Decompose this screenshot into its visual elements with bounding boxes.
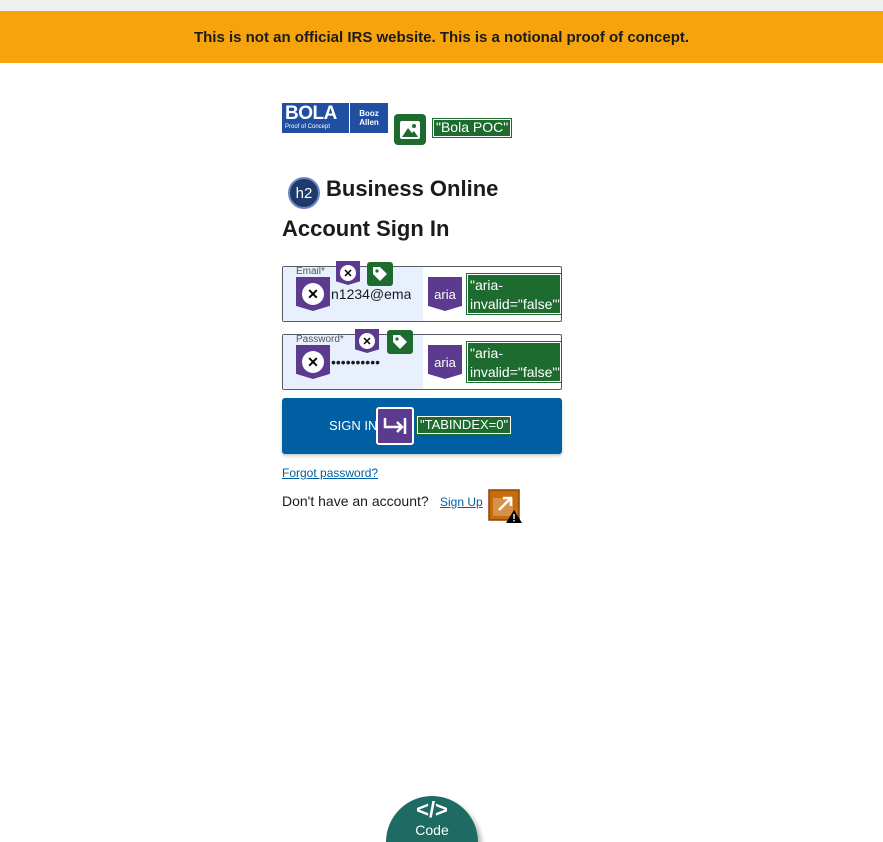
error-x-icon: ✕ xyxy=(336,261,360,285)
aria-icon: aria xyxy=(428,277,462,311)
password-input[interactable]: •••••••••• xyxy=(331,354,411,370)
error-x-icon: ✕ xyxy=(296,277,330,311)
tabindex-icon xyxy=(376,407,414,445)
email-field[interactable]: Email* ✕ ✕ n1234@ema aria "aria-invalid=… xyxy=(282,261,562,322)
tabindex-tag: "TABINDEX=0" xyxy=(415,414,513,436)
logo-tagline: Proof of Concept xyxy=(285,124,331,130)
sign-in-label: SIGN IN xyxy=(329,418,378,433)
code-toggle-button[interactable]: </> Code xyxy=(386,796,478,842)
tag-icon xyxy=(367,262,393,286)
notice-banner-text: This is not an official IRS website. Thi… xyxy=(193,28,690,46)
error-x-icon: ✕ xyxy=(355,329,379,353)
logo-brand: BOLA xyxy=(285,103,337,124)
error-x-icon: ✕ xyxy=(296,345,330,379)
image-icon xyxy=(394,114,426,145)
password-field[interactable]: Password* ✕ ✕ •••••••••• aria "aria-inva… xyxy=(282,329,562,390)
forgot-password-link[interactable]: Forgot password? xyxy=(282,466,378,480)
aria-invalid-tag: "aria-invalid="false"" xyxy=(466,341,562,383)
logo-partner-2: Allen xyxy=(359,118,379,127)
aria-invalid-tag: "aria-invalid="false"" xyxy=(466,273,562,315)
top-strip xyxy=(0,0,883,11)
sign-in-button[interactable]: SIGN IN "TABINDEX=0" xyxy=(282,398,562,454)
app-title: Business Online xyxy=(326,176,499,201)
notice-banner: This is not an official IRS website. Thi… xyxy=(0,11,883,63)
logo-partner-1: Booz xyxy=(359,109,379,118)
code-toggle-label: Code xyxy=(415,822,449,838)
sign-up-link[interactable]: Sign Up xyxy=(440,495,483,509)
bola-logo: BOLA Proof of Concept Booz Allen xyxy=(282,103,388,133)
aria-icon: aria xyxy=(428,345,462,379)
email-input[interactable]: n1234@ema xyxy=(331,286,411,302)
tag-icon xyxy=(387,330,413,354)
password-label: Password* xyxy=(296,334,344,345)
no-account-text: Don't have an account? xyxy=(282,493,429,509)
code-icon: </> xyxy=(416,797,448,822)
heading-icon: h2 xyxy=(288,177,320,209)
logo-alt-tag: "Bola POC" xyxy=(431,118,513,138)
email-label: Email* xyxy=(296,266,325,277)
page-title: Account Sign In xyxy=(282,216,450,241)
new-window-warning-icon xyxy=(487,488,523,524)
